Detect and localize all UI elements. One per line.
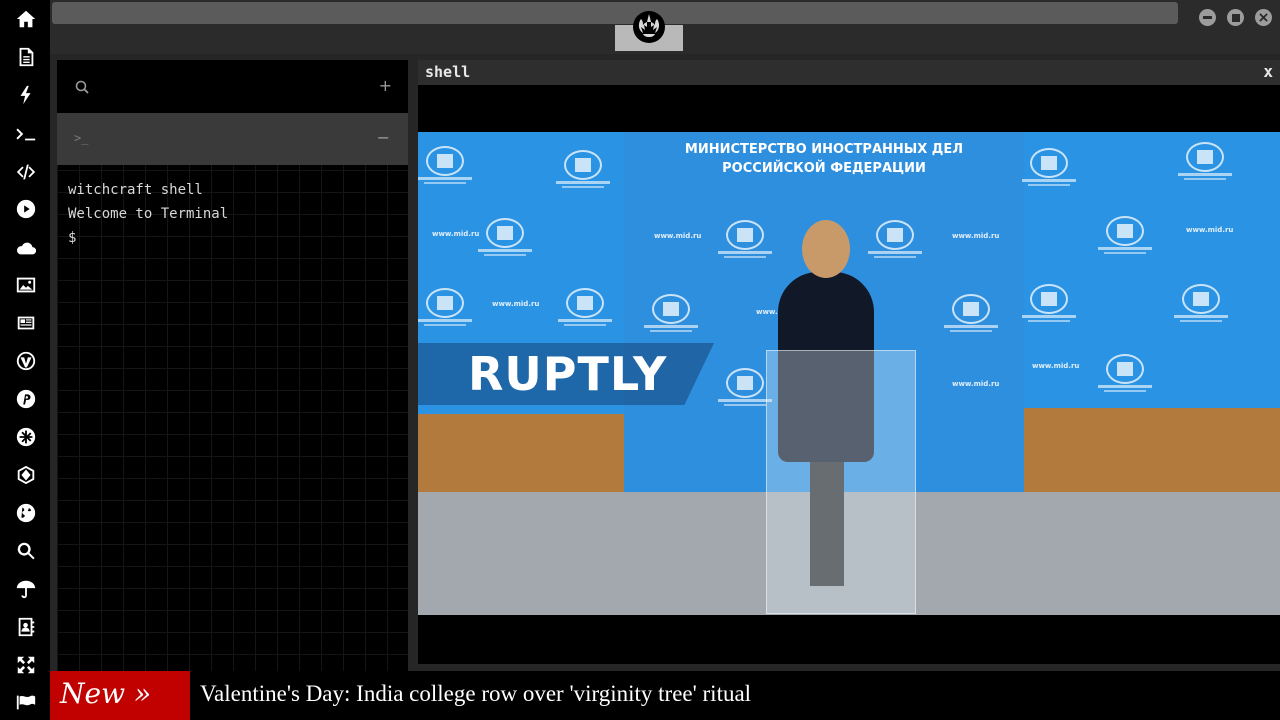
terminal-prompt-line: $ <box>68 230 77 246</box>
app-sidebar <box>0 0 50 720</box>
close-terminal-tab-button[interactable]: − <box>377 128 390 147</box>
ministry-emblem <box>418 288 472 328</box>
glass-podium <box>766 350 916 614</box>
backdrop-heading-line2: РОССИЙСКОЙ ФЕДЕРАЦИИ <box>722 161 926 176</box>
ticker-headline[interactable]: Valentine's Day: India college row over … <box>200 681 751 707</box>
ministry-emblem <box>718 220 772 260</box>
watermark-text: www.mid.ru <box>952 232 1000 240</box>
cloud-icon[interactable] <box>10 235 42 261</box>
terminal-tab[interactable]: >_ − <box>57 113 408 165</box>
maximize-icon <box>1231 13 1240 22</box>
terminal-panel: + >_ − witchcraft shell Welcome to Termin… <box>57 60 408 671</box>
ministry-emblem <box>644 294 698 334</box>
flag-icon[interactable] <box>10 689 42 715</box>
newspaper-icon[interactable] <box>10 310 42 336</box>
ministry-emblem <box>1022 148 1076 188</box>
snowflake-icon[interactable] <box>10 424 42 450</box>
close-icon <box>1259 13 1268 22</box>
shell-window: shell x МИНИСТЕРСТВО ИНОСТРАННЫХ ДЕЛ РОС… <box>418 60 1280 664</box>
ministry-emblem <box>1178 142 1232 182</box>
ministry-emblem <box>1174 284 1228 324</box>
logo-tab[interactable] <box>615 0 683 51</box>
watermark-text: www.mid.ru <box>1032 362 1080 370</box>
globe-icon[interactable] <box>10 500 42 526</box>
ministry-emblem <box>944 294 998 334</box>
rebel-alliance-icon <box>633 11 665 43</box>
shell-window-header: shell x <box>418 60 1280 85</box>
umbrella-icon[interactable] <box>10 576 42 602</box>
terminal-output[interactable]: witchcraft shell Welcome to Terminal $ <box>68 178 228 250</box>
bolt-icon[interactable] <box>10 82 42 108</box>
wordpress-icon[interactable] <box>10 348 42 374</box>
shell-close-button[interactable]: x <box>1263 62 1273 81</box>
ministry-emblem <box>1098 354 1152 394</box>
ministry-emblem <box>718 368 772 408</box>
watermark-text: www.mid.ru <box>432 230 480 238</box>
close-button[interactable] <box>1255 9 1272 26</box>
ministry-emblem <box>558 288 612 328</box>
news-ticker: New » Valentine's Day: India college row… <box>50 671 1280 720</box>
ruptly-logo-overlay: RUPTLY <box>418 343 714 405</box>
video-frame[interactable]: МИНИСТЕРСТВО ИНОСТРАННЫХ ДЕЛ РОССИЙСКОЙ … <box>418 132 1280 615</box>
ticker-new-badge: New » <box>50 671 190 720</box>
maximize-button[interactable] <box>1227 9 1244 26</box>
watermark-text: www.mid.ru <box>654 232 702 240</box>
backdrop-heading-line1: МИНИСТЕРСТВО ИНОСТРАННЫХ ДЕЛ <box>684 142 964 157</box>
watermark-text: www.mid.ru <box>952 380 1000 388</box>
search-icon <box>75 80 89 94</box>
ministry-emblem <box>418 146 472 186</box>
speaker-head <box>802 220 850 278</box>
code-icon[interactable] <box>10 159 42 185</box>
watermark-text: www.mid.ru <box>1186 226 1234 234</box>
top-bar <box>50 0 1280 54</box>
document-icon[interactable] <box>10 44 42 70</box>
pinterest-icon[interactable] <box>10 386 42 412</box>
ministry-emblem <box>556 150 610 190</box>
terminal-tab-prompt: >_ <box>74 131 89 145</box>
minimize-button[interactable] <box>1199 9 1216 26</box>
wood-wall-right <box>1024 408 1280 496</box>
expand-icon[interactable] <box>10 652 42 678</box>
ministry-emblem <box>1022 284 1076 324</box>
image-icon[interactable] <box>10 272 42 298</box>
add-terminal-button[interactable]: + <box>379 76 392 95</box>
terminal-search-row[interactable]: + <box>57 60 408 113</box>
home-icon[interactable] <box>10 6 42 32</box>
ministry-emblem <box>868 220 922 260</box>
backdrop-heading: МИНИСТЕРСТВО ИНОСТРАННЫХ ДЕЛ РОССИЙСКОЙ … <box>624 140 1024 178</box>
ruptly-logo-text: RUPTLY <box>468 347 668 401</box>
play-icon[interactable] <box>10 196 42 222</box>
wood-wall-left <box>418 414 624 496</box>
ministry-emblem <box>1098 216 1152 256</box>
search-icon[interactable] <box>10 538 42 564</box>
contacts-icon[interactable] <box>10 614 42 640</box>
terminal-line: Welcome to Terminal <box>68 206 229 222</box>
globe-grid-icon[interactable] <box>10 462 42 488</box>
ministry-emblem <box>478 218 532 258</box>
shell-window-title: shell <box>425 63 471 81</box>
watermark-text: www.mid.ru <box>492 300 540 308</box>
terminal-icon[interactable] <box>10 121 42 147</box>
terminal-line: witchcraft shell <box>68 182 203 198</box>
minimize-icon <box>1203 16 1212 19</box>
